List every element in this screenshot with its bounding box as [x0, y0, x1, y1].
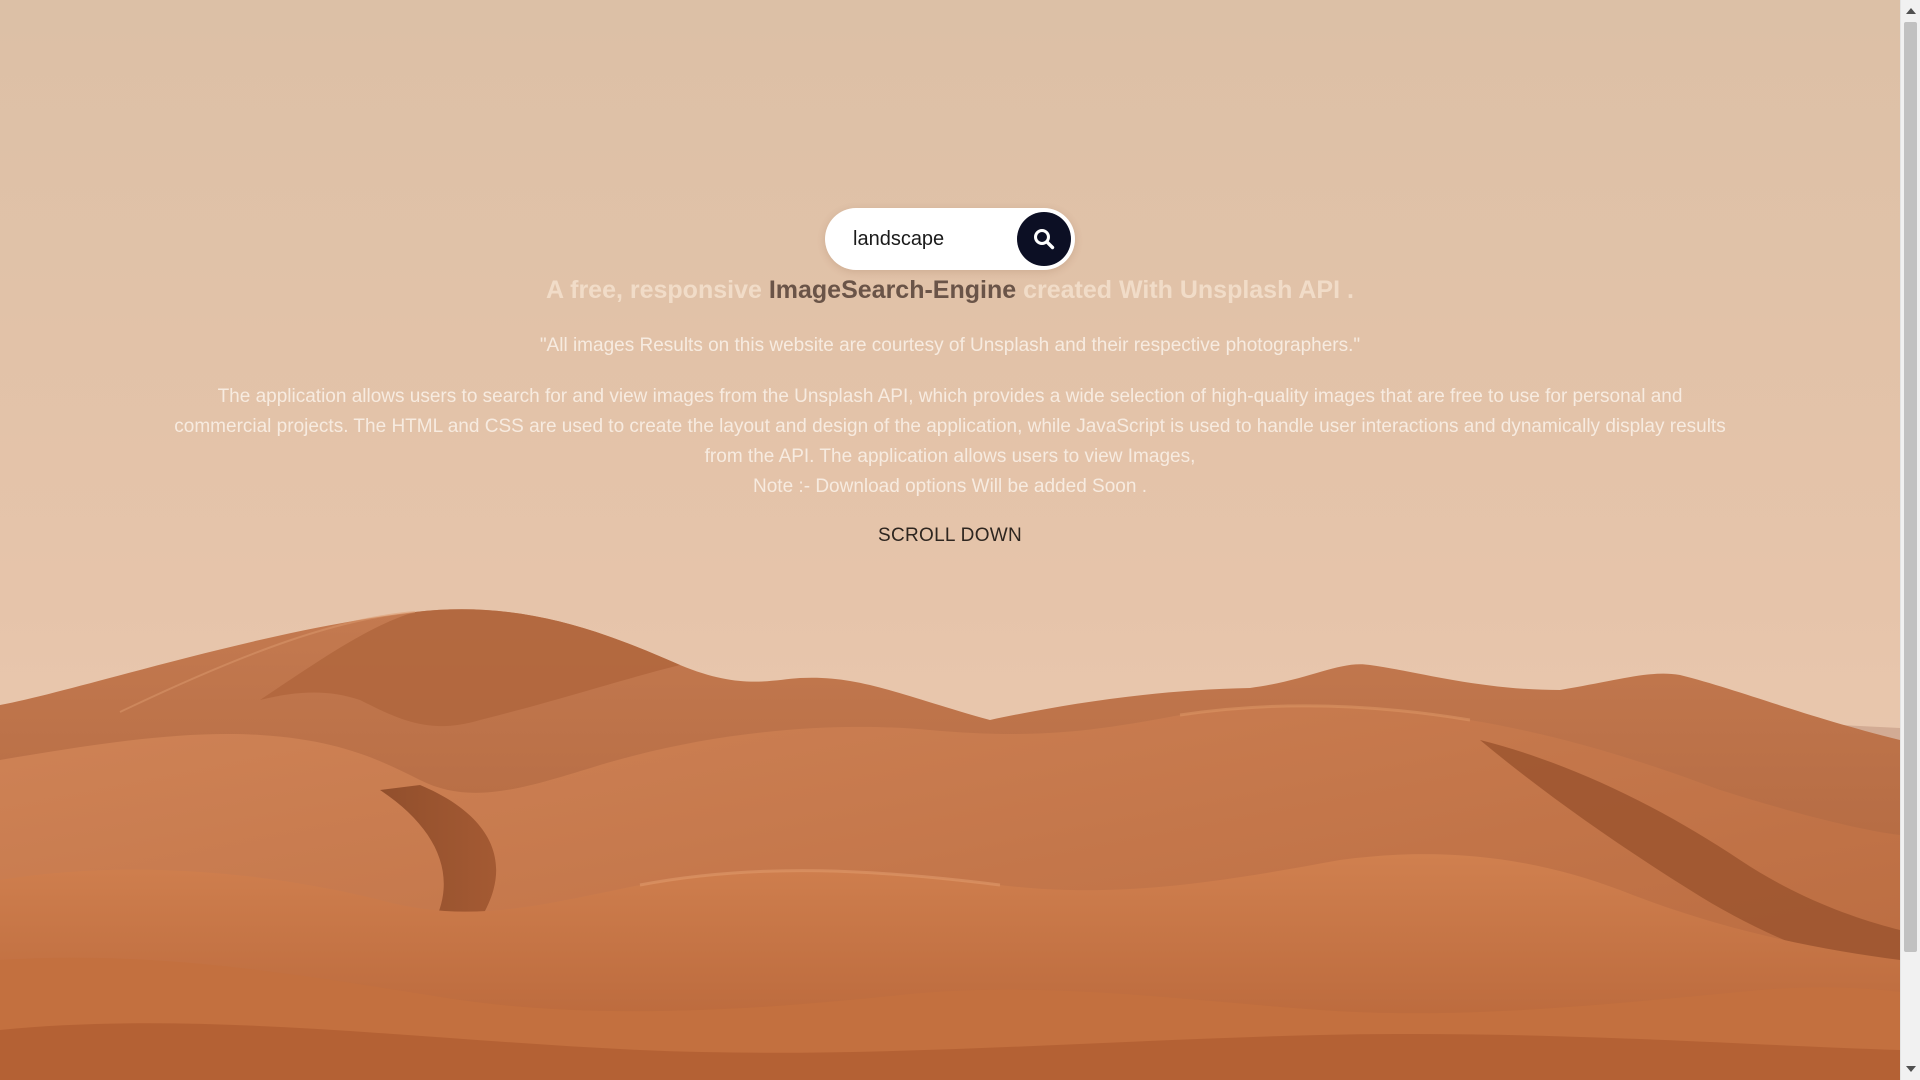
scroll-down-link[interactable]: SCROLL DOWN [878, 522, 1022, 550]
hero-content: A free, responsive ImageSearch-Engine cr… [170, 272, 1730, 550]
scroll-up-arrow-icon[interactable] [1906, 8, 1916, 14]
search-bar [825, 208, 1075, 270]
description-main: The application allows users to search f… [174, 386, 1726, 467]
scroll-down-arrow-icon[interactable] [1906, 1066, 1916, 1072]
description: The application allows users to search f… [170, 382, 1730, 502]
headline: A free, responsive ImageSearch-Engine cr… [170, 272, 1730, 308]
search-button[interactable] [1017, 212, 1071, 266]
headline-end: created With Unsplash API . [1016, 276, 1354, 304]
scroll-thumb[interactable] [1904, 22, 1917, 952]
headline-start: A free, responsive [546, 276, 769, 304]
vertical-scrollbar[interactable] [1900, 0, 1920, 1080]
page: A free, responsive ImageSearch-Engine cr… [0, 0, 1920, 1080]
headline-highlight: ImageSearch-Engine [768, 276, 1017, 304]
attribution-quote: "All images Results on this website are … [539, 335, 1361, 356]
description-note: Note :- Download options Will be added S… [753, 476, 1147, 497]
search-input[interactable] [853, 219, 1013, 259]
search-icon [1034, 229, 1055, 250]
